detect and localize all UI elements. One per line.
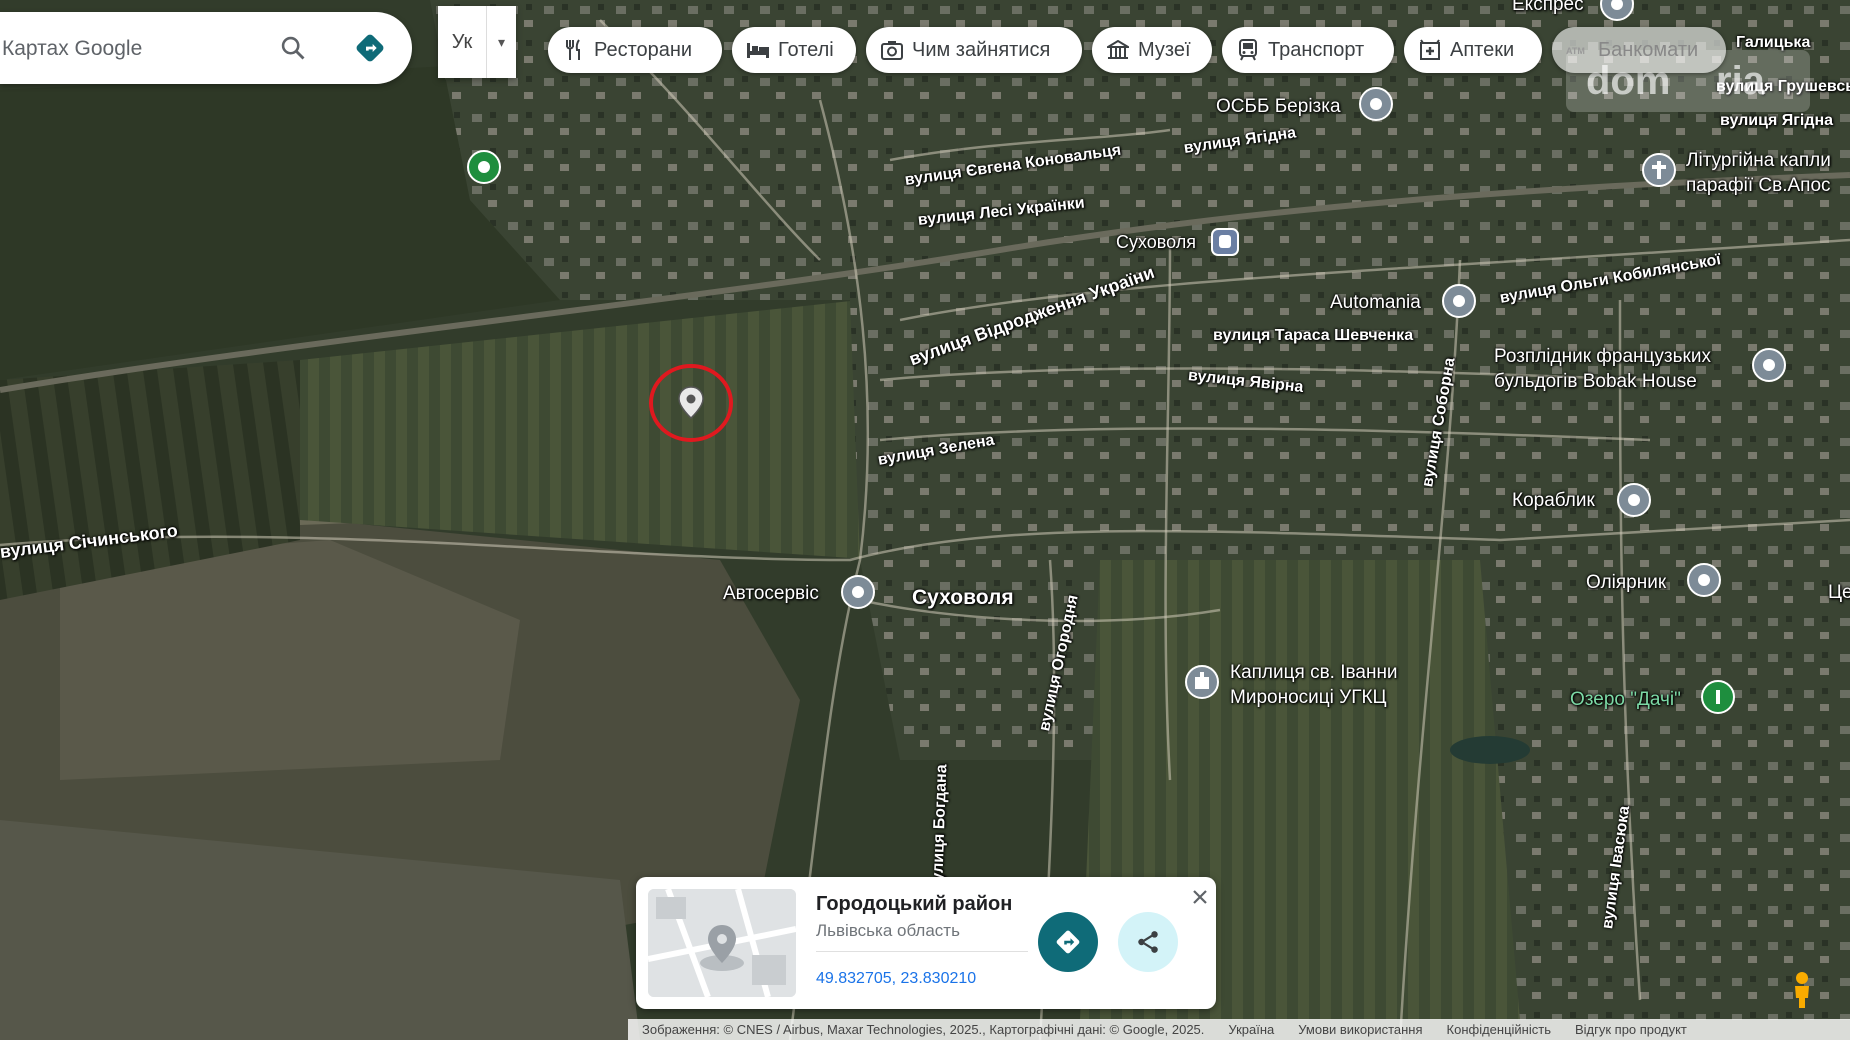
chip-label: Готелі: [778, 38, 834, 61]
hotel-icon: [746, 38, 770, 62]
attribution-bar: Зображення: © CNES / Airbus, Maxar Techn…: [628, 1019, 1850, 1040]
chip-label: Чим зайнятися: [912, 38, 1051, 61]
chip-museums[interactable]: Музеї: [1092, 27, 1212, 73]
terms-link[interactable]: Умови використання: [1298, 1022, 1422, 1037]
poi-label[interactable]: Це: [1828, 582, 1850, 604]
restaurant-icon: [562, 38, 586, 62]
map-pin-icon[interactable]: [1359, 87, 1393, 121]
chip-label: Ресторани: [594, 38, 693, 61]
camera-icon: [880, 38, 904, 62]
chevron-down-icon: ▾: [497, 33, 506, 50]
chip-label: Банкомати: [1598, 38, 1699, 61]
chip-transit[interactable]: Транспорт: [1222, 27, 1394, 73]
map-pin-icon[interactable]: [1752, 348, 1786, 382]
church-icon[interactable]: [1642, 153, 1676, 187]
pharmacy-icon: [1418, 38, 1442, 62]
privacy-link[interactable]: Конфіденційність: [1447, 1022, 1551, 1037]
atm-icon: ATM: [1566, 38, 1590, 62]
map-pin-icon[interactable]: [1442, 284, 1476, 318]
chip-restaurants[interactable]: Ресторани: [548, 27, 722, 73]
poi-label[interactable]: Літургійна капли парафії Св.Апос: [1686, 148, 1831, 198]
chip-hotels[interactable]: Готелі: [732, 27, 856, 73]
poi-label-line: Мироносиці УГКЦ: [1230, 687, 1387, 708]
park-icon[interactable]: [467, 150, 501, 184]
close-icon: [1193, 890, 1207, 904]
park-icon[interactable]: [1701, 680, 1735, 714]
place-coordinates[interactable]: 49.832705, 23.830210: [816, 970, 976, 988]
poi-label[interactable]: Оліярник: [1586, 572, 1666, 594]
place-thumbnail[interactable]: [648, 889, 796, 997]
share-icon: [1138, 931, 1158, 953]
map-pin-icon[interactable]: [1600, 0, 1634, 21]
poi-label[interactable]: Каплиця св. Іванни Мироносиці УГКЦ: [1230, 660, 1398, 710]
poi-label-line: Каплиця св. Іванни: [1230, 662, 1398, 683]
place-card[interactable]: Городоцький район Львівська область 49.8…: [636, 877, 1216, 1009]
imagery-credit: Зображення: © CNES / Airbus, Maxar Techn…: [642, 1022, 1205, 1037]
poi-label-line: бульдогів Bobak House: [1494, 371, 1697, 392]
poi-label[interactable]: ОСББ Берізка: [1216, 96, 1341, 118]
map-pin-icon[interactable]: [1617, 483, 1651, 517]
chip-atms[interactable]: ATM Банкомати: [1552, 27, 1726, 73]
chip-label: Музеї: [1138, 38, 1191, 61]
directions-button[interactable]: [352, 30, 388, 66]
poi-label-line: парафії Св.Апос: [1686, 175, 1831, 196]
street-label: вулиця Тараса Шевченка: [1213, 327, 1414, 344]
card-share-button[interactable]: [1118, 912, 1178, 972]
search-button[interactable]: [275, 30, 311, 66]
svg-text:ria: ria: [1716, 59, 1766, 103]
poi-label[interactable]: Експрес: [1512, 0, 1584, 16]
chip-pharmacies[interactable]: Аптеки: [1404, 27, 1542, 73]
svg-text:ATM: ATM: [1566, 46, 1585, 56]
card-close-button[interactable]: [1186, 883, 1214, 911]
town-label: Суховоля: [912, 586, 1014, 609]
map-pin-icon[interactable]: [841, 575, 875, 609]
poi-label[interactable]: Озеро "Дачі": [1570, 689, 1681, 711]
map-pin-icon[interactable]: [1687, 563, 1721, 597]
museum-icon: [1106, 38, 1130, 62]
language-selector[interactable]: Ук ▾: [438, 6, 516, 78]
search-input[interactable]: [0, 34, 264, 64]
pegman-icon[interactable]: [1788, 970, 1816, 1010]
selected-location-marker[interactable]: [648, 362, 734, 444]
transit-icon: [1236, 38, 1260, 62]
bus-stop-icon[interactable]: [1211, 228, 1239, 256]
poi-label[interactable]: Кораблик: [1512, 490, 1595, 512]
feedback-link[interactable]: Відгук про продукт: [1575, 1022, 1687, 1037]
country-link[interactable]: Україна: [1228, 1022, 1274, 1037]
poi-label[interactable]: Автосервіс: [723, 583, 819, 605]
search-icon: [281, 36, 305, 60]
poi-label[interactable]: Суховоля: [1116, 232, 1196, 253]
directions-icon: [1056, 930, 1080, 954]
card-divider: [816, 951, 1028, 952]
poi-label[interactable]: Розплідник французьких бульдогів Bobak H…: [1494, 344, 1711, 394]
chip-things-to-do[interactable]: Чим зайнятися: [866, 27, 1082, 73]
chip-label: Транспорт: [1268, 38, 1365, 61]
directions-icon: [356, 34, 384, 62]
place-title: Городоцький район: [816, 893, 1013, 915]
poi-label-line: Літургійна капли: [1686, 150, 1831, 171]
church-icon[interactable]: [1185, 665, 1219, 699]
chip-label: Аптеки: [1450, 38, 1515, 61]
search-box[interactable]: [0, 12, 412, 84]
poi-label-line: Розплідник французьких: [1494, 346, 1711, 367]
poi-label[interactable]: Automania: [1330, 292, 1421, 314]
place-subtitle: Львівська область: [816, 921, 960, 940]
street-label: вулиця Ягідна: [1720, 112, 1834, 129]
language-code: Ук: [438, 6, 487, 78]
card-directions-button[interactable]: [1038, 912, 1098, 972]
